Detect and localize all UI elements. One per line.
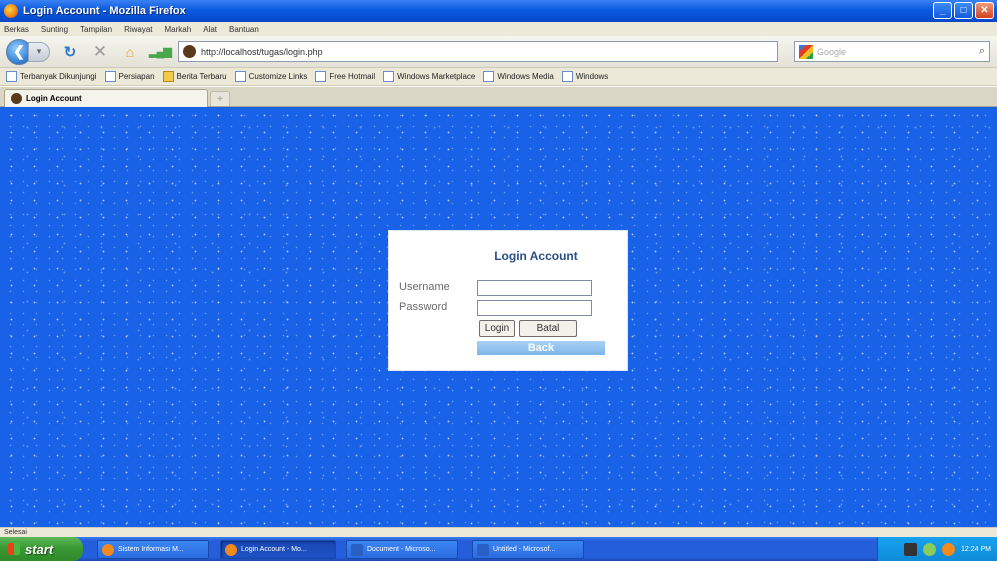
bookmark-item[interactable]: Terbanyak Dikunjungi xyxy=(6,71,97,82)
batal-button[interactable]: Batal xyxy=(519,320,577,337)
bookmark-label: Berita Terbaru xyxy=(176,72,227,81)
taskbar-button[interactable]: Document - Microso... xyxy=(346,540,458,559)
window-titlebar: Login Account - Mozilla Firefox _ □ ✕ xyxy=(0,0,997,22)
page-icon xyxy=(383,71,395,82)
magnifier-icon[interactable]: ⌕ xyxy=(979,45,985,58)
status-text: Selesai xyxy=(4,529,27,536)
help-icon[interactable] xyxy=(904,542,918,556)
page-icon xyxy=(483,71,495,82)
bookmark-item[interactable]: Persiapan xyxy=(104,71,155,82)
system-tray: 12:24 PM xyxy=(877,537,997,561)
word-document-icon xyxy=(351,543,363,556)
bookmark-item[interactable]: Customize Links xyxy=(234,71,308,82)
bookmark-item[interactable]: Berita Terbaru xyxy=(162,71,227,82)
new-tab-plus-icon[interactable]: + xyxy=(210,91,230,106)
page-icon xyxy=(234,71,246,82)
site-favicon-icon xyxy=(183,45,196,58)
taskbar-button[interactable]: Untitled - Microsof... xyxy=(472,540,584,559)
login-title: Login Account xyxy=(494,249,578,263)
bookmark-item[interactable]: Free Hotmail xyxy=(315,71,375,82)
start-button[interactable]: start xyxy=(0,537,83,561)
page-icon xyxy=(6,71,17,82)
tab-login-account[interactable]: Login Account xyxy=(4,89,208,107)
navigation-toolbar: ❮ ▾ ↻ ✕ ⌂ ▂▄▆ http://localhost/tugas/log… xyxy=(0,36,997,68)
close-window-button[interactable]: ✕ xyxy=(975,2,994,19)
network-icon[interactable] xyxy=(923,542,937,556)
address-bar[interactable]: http://localhost/tugas/login.php xyxy=(178,41,778,62)
username-field[interactable] xyxy=(477,280,592,296)
menu-item-markah[interactable]: Markah xyxy=(165,25,192,34)
menu-item-tampilan[interactable]: Tampilan xyxy=(80,25,112,34)
bookmark-item[interactable]: Windows Marketplace xyxy=(383,71,475,82)
menu-item-sunting[interactable]: Sunting xyxy=(41,25,68,34)
status-bar: Selesai xyxy=(0,527,997,537)
login-panel: Login Account Username Password Login Ba… xyxy=(388,230,628,371)
reload-icon[interactable]: ↻ xyxy=(60,42,80,62)
taskbar: start Sistem Informasi M... Login Accoun… xyxy=(0,537,997,561)
bookmark-label: Persiapan xyxy=(118,72,155,81)
window-title: Login Account - Mozilla Firefox xyxy=(23,5,186,17)
search-box[interactable]: Google ⌕ xyxy=(794,41,990,62)
search-placeholder: Google xyxy=(817,46,847,57)
back-button[interactable]: Back xyxy=(477,341,605,355)
menu-item-bantuan[interactable]: Bantuan xyxy=(229,25,259,34)
tab-strip: Login Account + xyxy=(0,87,997,107)
signal-bars-icon: ▂▄▆ xyxy=(149,46,172,58)
bookmark-label: Customize Links xyxy=(248,72,308,81)
page-icon xyxy=(561,71,573,82)
stop-icon[interactable]: ✕ xyxy=(90,42,110,62)
bookmark-item[interactable]: Windows Media xyxy=(483,71,554,82)
bookmark-label: Windows Marketplace xyxy=(397,72,476,81)
menu-bar: Berkas Sunting Tampilan Riwayat Markah A… xyxy=(0,22,997,36)
window-controls: _ □ ✕ xyxy=(933,2,994,19)
taskbar-button-label: Login Account - Mo... xyxy=(241,546,307,553)
taskbar-button-label: Sistem Informasi M... xyxy=(118,546,184,553)
page-icon xyxy=(104,71,116,82)
tab-favicon-icon xyxy=(11,93,22,104)
password-label: Password xyxy=(399,301,448,313)
taskbar-button[interactable]: Sistem Informasi M... xyxy=(97,540,209,559)
bookmark-label: Windows xyxy=(575,72,609,81)
bookmark-label: Windows Media xyxy=(497,72,554,81)
bookmarks-toolbar: Terbanyak Dikunjungi Persiapan Berita Te… xyxy=(0,68,997,86)
menu-item-riwayat[interactable]: Riwayat xyxy=(124,25,152,34)
menu-item-berkas[interactable]: Berkas xyxy=(4,25,29,34)
firefox-tray-icon[interactable] xyxy=(942,542,956,556)
address-bar-url[interactable]: http://localhost/tugas/login.php xyxy=(201,47,323,57)
login-button[interactable]: Login xyxy=(479,320,515,337)
bookmark-label: Terbanyak Dikunjungi xyxy=(20,72,97,81)
firefox-icon xyxy=(225,543,237,556)
page-content: Login Account Username Password Login Ba… xyxy=(0,107,997,527)
page-icon xyxy=(315,71,327,82)
google-search-engine-icon[interactable] xyxy=(799,44,813,59)
home-icon[interactable]: ⌂ xyxy=(120,42,140,62)
taskbar-button-label: Untitled - Microsof... xyxy=(493,546,556,553)
windows-flag-icon xyxy=(8,543,20,555)
tab-label: Login Account xyxy=(26,94,82,103)
start-label: start xyxy=(25,541,54,557)
password-field[interactable] xyxy=(477,300,592,316)
folder-icon xyxy=(162,71,174,82)
firefox-icon xyxy=(102,543,114,556)
minimize-button[interactable]: _ xyxy=(933,2,952,19)
taskbar-button[interactable]: Login Account - Mo... xyxy=(220,540,336,559)
firefox-logo-icon xyxy=(4,4,18,18)
username-label: Username xyxy=(399,281,450,293)
taskbar-button-label: Document - Microso... xyxy=(367,546,436,553)
bookmark-item[interactable]: Windows xyxy=(561,71,609,82)
clock: 12:24 PM xyxy=(961,545,991,553)
bookmark-label: Free Hotmail xyxy=(329,72,376,81)
word-document-icon xyxy=(477,543,489,556)
maximize-button[interactable]: □ xyxy=(954,2,973,19)
forward-dropdown-icon[interactable]: ▾ xyxy=(28,41,50,62)
menu-item-alat[interactable]: Alat xyxy=(203,25,217,34)
